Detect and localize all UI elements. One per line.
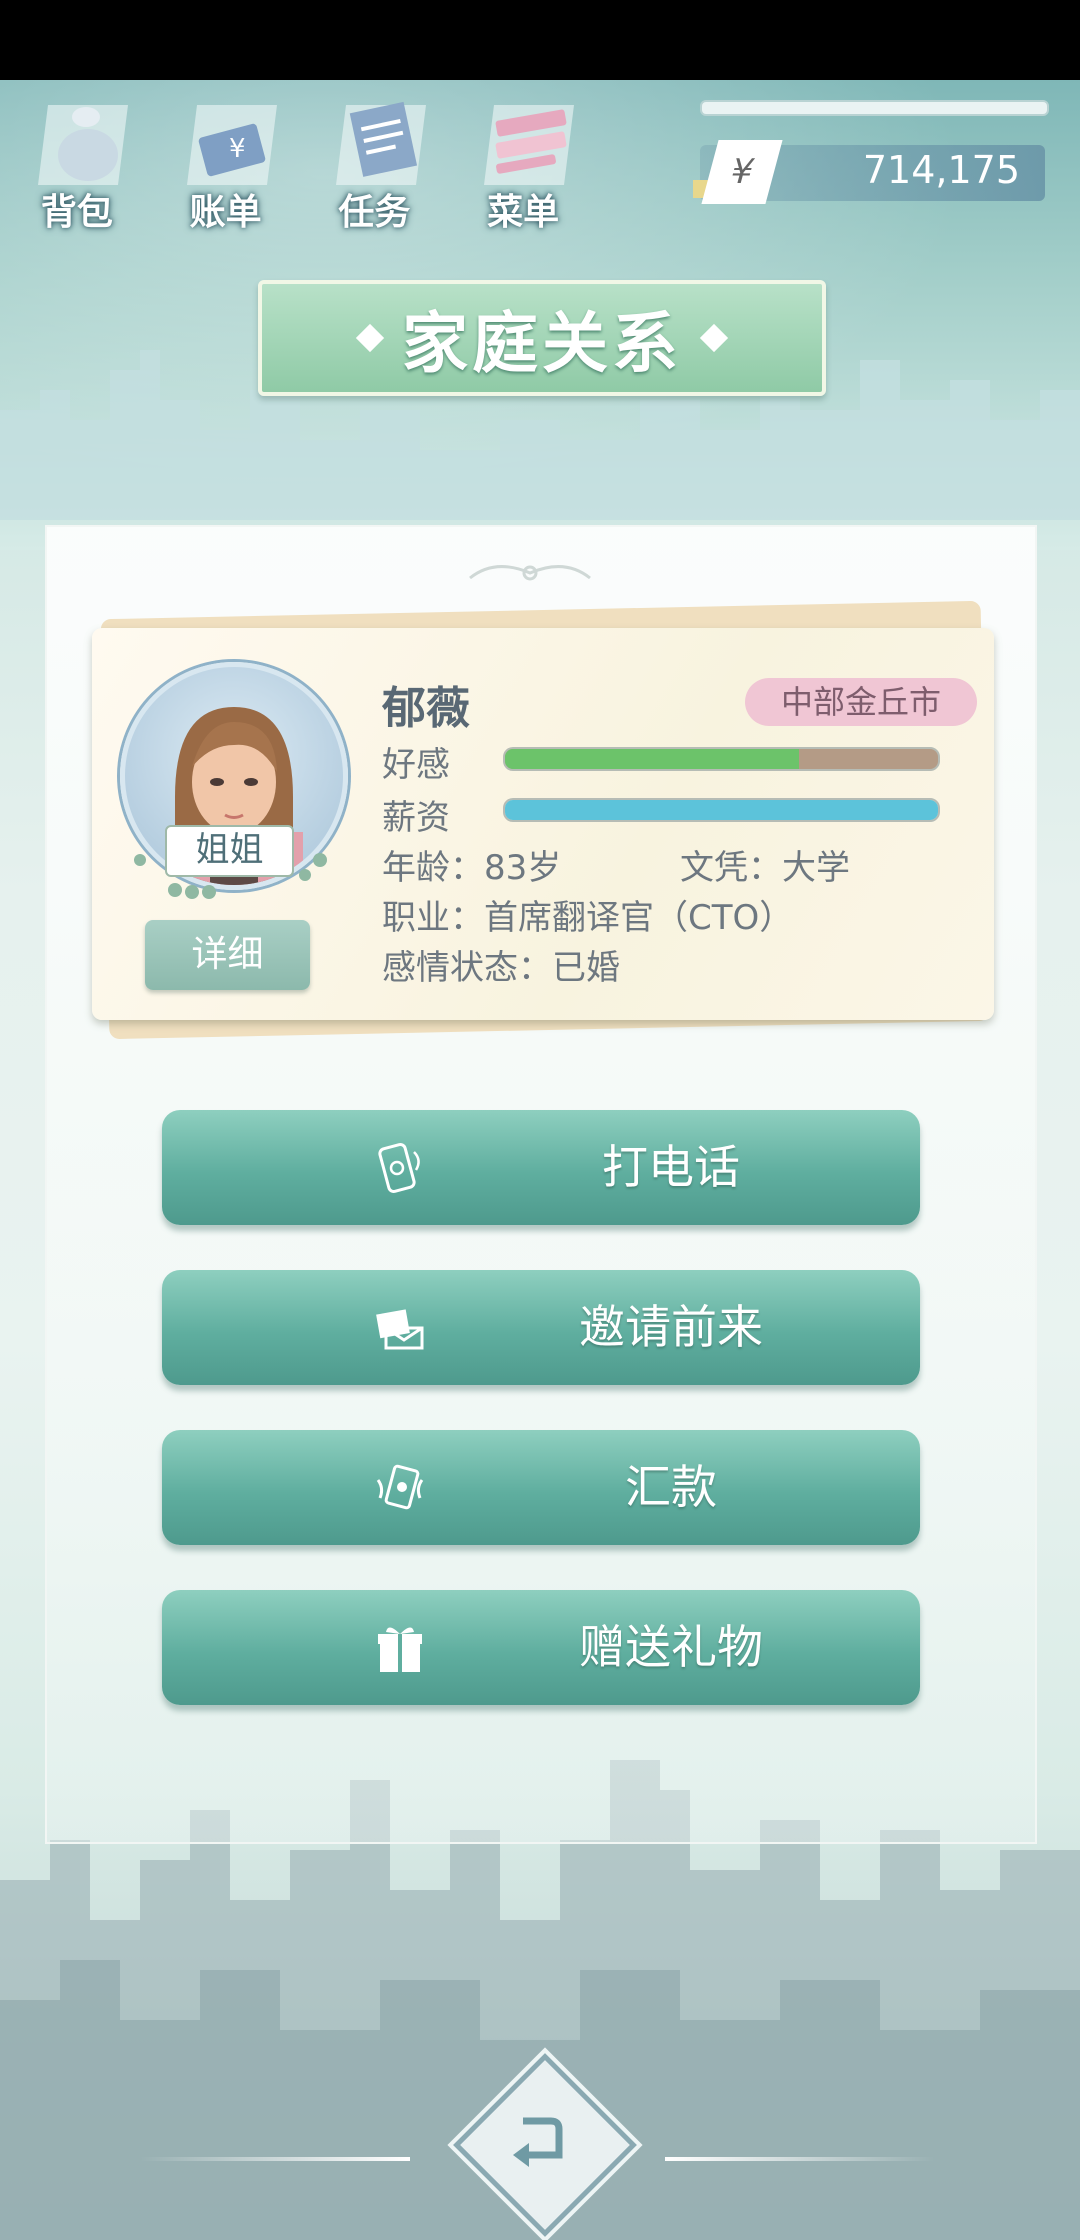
money-transfer-icon [376,1464,424,1510]
divider-left [140,2157,410,2161]
action-label: 打电话 [602,1140,740,1194]
toolbar-item-label: 任务 [338,192,411,233]
salary-label: 薪资 [382,798,450,838]
svg-text:¥: ¥ [229,134,246,164]
relation-badge: 姐姐 [165,825,294,877]
salary-bar [503,798,940,822]
menu-icon [484,105,575,185]
task-icon [335,101,426,185]
city-badge: 中部金丘市 [745,678,977,726]
money-amount: 714,175 [862,148,1020,192]
bill-icon: ¥ [186,105,277,185]
top-toolbar: 背包 ¥ 账单 任务 菜单 [20,95,580,235]
action-label: 赠送礼物 [579,1620,763,1674]
toolbar-item-label: 背包 [40,192,113,233]
call-button[interactable]: 打电话 [162,1110,920,1225]
status-bar [0,0,1080,80]
experience-bar [700,100,1049,116]
toolbar-task-button[interactable]: 任务 [318,95,432,235]
toolbar-item-label: 菜单 [487,192,560,233]
diamond-decoration-icon [699,323,729,353]
relationship-status-text: 感情状态：已婚 [382,948,620,988]
invite-button[interactable]: 邀请前来 [162,1270,920,1385]
affection-bar [503,747,940,771]
toolbar-bill-button[interactable]: ¥ 账单 [169,95,283,235]
toolbar-menu-button[interactable]: 菜单 [466,95,580,235]
gift-icon [378,1627,422,1672]
affection-label: 好感 [382,745,450,785]
affection-bar-fill [505,749,800,769]
ornament-icon [469,565,591,581]
page-title-banner: 家庭关系 [258,280,826,396]
diamond-decoration-icon [355,323,385,353]
character-name: 郁薇 [382,683,470,734]
education-text: 文凭：大学 [680,848,850,888]
salary-bar-fill [505,800,938,820]
toolbar-item-label: 账单 [189,192,262,233]
age-text: 年龄：83岁 [382,848,562,888]
back-arrow-icon [513,2117,563,2167]
currency-symbol: ¥ [725,152,759,192]
action-label: 汇款 [625,1460,717,1514]
bag-icon [38,105,128,185]
page-title: 家庭关系 [402,305,682,382]
job-text: 职业：首席翻译官（CTO） [382,898,794,938]
phone-icon [378,1143,420,1193]
action-label: 邀请前来 [579,1300,763,1354]
detail-button[interactable]: 详细 [145,920,310,990]
send-gift-button[interactable]: 赠送礼物 [162,1590,920,1705]
divider-right [665,2157,935,2161]
remit-button[interactable]: 汇款 [162,1430,920,1545]
toolbar-bag-button[interactable]: 背包 [20,95,134,235]
invite-icon [376,1309,424,1350]
